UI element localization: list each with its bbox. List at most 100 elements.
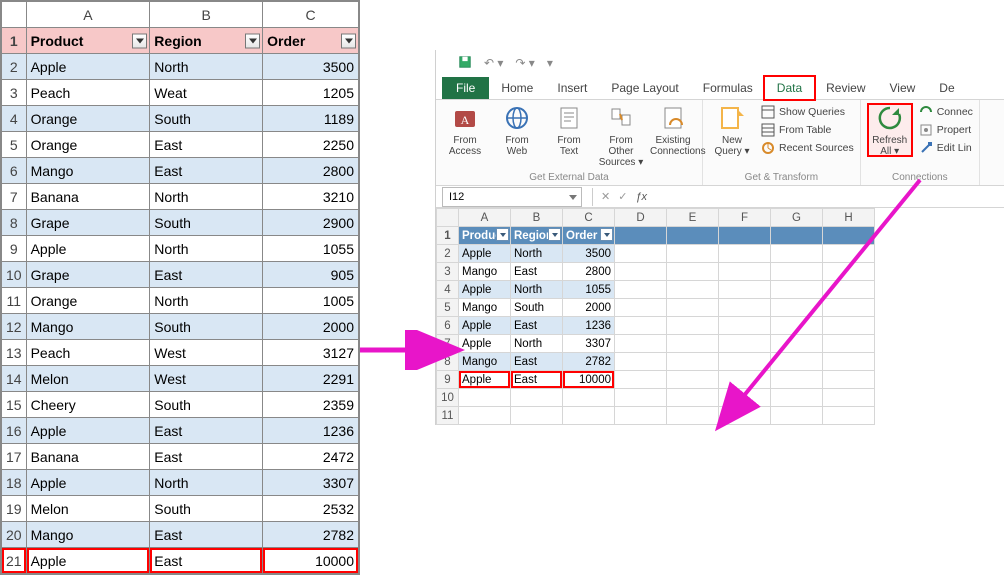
cell[interactable]: South (150, 392, 263, 418)
cell[interactable]: 10000 (563, 371, 615, 389)
cell[interactable]: East (150, 522, 263, 548)
cell[interactable]: 1005 (263, 288, 359, 314)
cell[interactable]: East (150, 158, 263, 184)
col-header[interactable]: C (563, 209, 615, 227)
from-access-button[interactable]: AFromAccess (442, 103, 488, 157)
cell[interactable]: North (150, 184, 263, 210)
cell[interactable]: 1055 (563, 281, 615, 299)
cell[interactable]: 3307 (563, 335, 615, 353)
cell[interactable]: Melon (26, 366, 150, 392)
row-header[interactable]: 14 (2, 366, 27, 392)
table-header-product[interactable]: Product (26, 28, 150, 54)
tab-review[interactable]: Review (814, 77, 877, 99)
row-header[interactable]: 10 (2, 262, 27, 288)
cell[interactable]: 2000 (263, 314, 359, 340)
cell[interactable]: Apple (26, 54, 150, 80)
row-header[interactable]: 3 (437, 263, 459, 281)
col-header-B[interactable]: B (150, 2, 263, 28)
cell[interactable]: 2000 (563, 299, 615, 317)
cell[interactable]: South (511, 299, 563, 317)
row-header[interactable]: 7 (2, 184, 27, 210)
cell[interactable]: North (511, 245, 563, 263)
redo-icon[interactable]: ↷ ▾ (515, 56, 534, 70)
cell[interactable]: East (150, 444, 263, 470)
cell[interactable]: Cheery (26, 392, 150, 418)
cell[interactable]: North (150, 288, 263, 314)
row-header[interactable]: 8 (2, 210, 27, 236)
cell[interactable]: South (150, 496, 263, 522)
cell[interactable]: 2250 (263, 132, 359, 158)
tab-formulas[interactable]: Formulas (691, 77, 765, 99)
col-header[interactable]: A (459, 209, 511, 227)
table-header-region[interactable]: Region (150, 28, 263, 54)
show-queries-button[interactable]: Show Queries (761, 103, 854, 121)
row-header[interactable]: 21 (2, 548, 27, 574)
enter-formula-icon[interactable]: ✓ (618, 190, 627, 203)
cell[interactable]: 3500 (563, 245, 615, 263)
cell[interactable]: 2359 (263, 392, 359, 418)
select-all-corner[interactable] (2, 2, 27, 28)
col-header[interactable]: G (771, 209, 823, 227)
cell[interactable]: South (150, 314, 263, 340)
cell[interactable]: 10000 (263, 548, 359, 574)
col-header-A[interactable]: A (26, 2, 150, 28)
row-header[interactable]: 15 (2, 392, 27, 418)
col-header[interactable]: E (667, 209, 719, 227)
cell[interactable]: Apple (26, 236, 150, 262)
cell[interactable]: East (511, 317, 563, 335)
new-query-button[interactable]: NewQuery ▾ (709, 103, 755, 157)
cell[interactable]: Mango (26, 314, 150, 340)
row-header[interactable]: 1 (2, 28, 27, 54)
filter-button[interactable] (548, 228, 561, 241)
row-header[interactable]: 4 (437, 281, 459, 299)
undo-icon[interactable]: ↶ ▾ (484, 56, 503, 70)
row-header[interactable]: 13 (2, 340, 27, 366)
cell[interactable]: 3210 (263, 184, 359, 210)
existing-conn-button[interactable]: ExistingConnections (650, 103, 696, 157)
tab-insert[interactable]: Insert (545, 77, 599, 99)
row-header[interactable]: 20 (2, 522, 27, 548)
cell[interactable]: 2800 (563, 263, 615, 281)
row-header[interactable]: 8 (437, 353, 459, 371)
cell[interactable]: 2900 (263, 210, 359, 236)
filter-button[interactable] (132, 33, 147, 48)
col-header[interactable]: D (615, 209, 667, 227)
row-header[interactable]: 12 (2, 314, 27, 340)
cell[interactable]: 2291 (263, 366, 359, 392)
row-header[interactable]: 2 (437, 245, 459, 263)
cell[interactable]: Banana (26, 184, 150, 210)
cell[interactable]: East (511, 353, 563, 371)
filter-button[interactable] (600, 228, 613, 241)
filter-button[interactable] (245, 33, 260, 48)
cell[interactable]: Apple (26, 548, 150, 574)
name-box[interactable]: I12 (442, 187, 582, 207)
cancel-formula-icon[interactable]: ✕ (601, 190, 610, 203)
cell[interactable]: North (150, 54, 263, 80)
cell[interactable]: 3500 (263, 54, 359, 80)
cell[interactable]: North (150, 236, 263, 262)
edit-lin-button[interactable]: Edit Lin (919, 139, 973, 157)
row-header[interactable]: 16 (2, 418, 27, 444)
cell[interactable]: 1055 (263, 236, 359, 262)
refresh-all-button[interactable]: RefreshAll ▾ (867, 103, 913, 157)
cell[interactable]: 1189 (263, 106, 359, 132)
row-header[interactable]: 17 (2, 444, 27, 470)
cell[interactable]: East (511, 263, 563, 281)
cell[interactable]: North (511, 281, 563, 299)
from-web-button[interactable]: FromWeb (494, 103, 540, 157)
row-header[interactable]: 6 (2, 158, 27, 184)
row-header[interactable]: 9 (437, 371, 459, 389)
cell[interactable]: 2532 (263, 496, 359, 522)
row-header[interactable]: 4 (2, 106, 27, 132)
row-header[interactable]: 3 (2, 80, 27, 106)
cell[interactable]: Apple (26, 470, 150, 496)
row-header[interactable]: 2 (2, 54, 27, 80)
row-header[interactable]: 1 (437, 227, 459, 245)
cell[interactable]: Apple (459, 317, 511, 335)
cell[interactable]: 2782 (563, 353, 615, 371)
cell[interactable]: Grape (26, 210, 150, 236)
row-header[interactable]: 7 (437, 335, 459, 353)
cell[interactable]: West (150, 366, 263, 392)
cell[interactable]: East (511, 371, 563, 389)
cell[interactable]: North (511, 335, 563, 353)
